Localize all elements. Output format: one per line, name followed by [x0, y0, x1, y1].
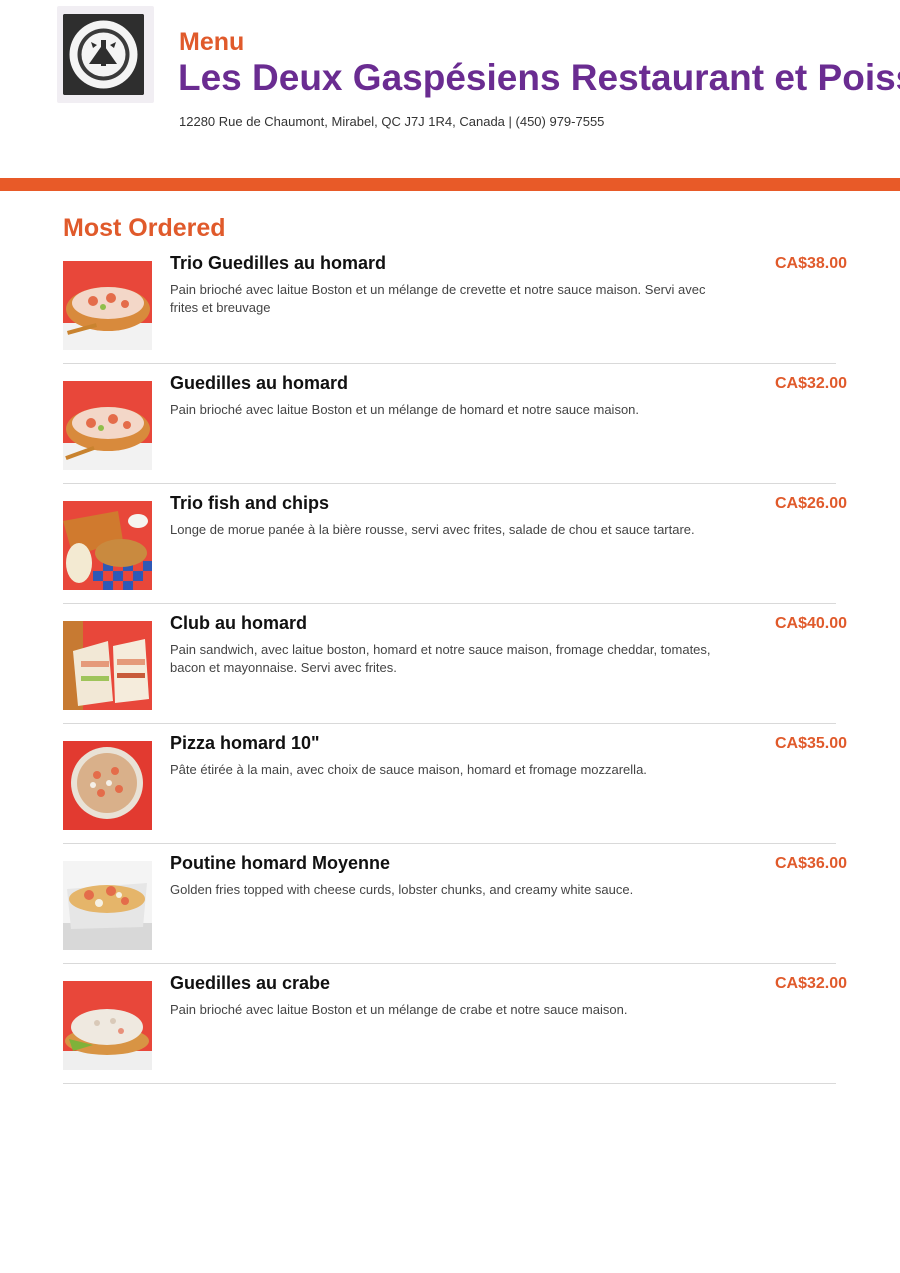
menu-item[interactable]: Trio Guedilles au homard Pain brioché av…	[63, 245, 847, 364]
menu-item-name: Poutine homard Moyenne	[170, 853, 391, 873]
menu-item-name: Guedilles au homard	[170, 373, 349, 393]
menu-item[interactable]: Pizza homard 10" Pâte étirée à la main, …	[63, 725, 847, 844]
menu-item-description: Golden fries topped with cheese curds, l…	[170, 882, 634, 897]
menu-item-description: Pain brioché avec laitue Boston et un mé…	[170, 1002, 628, 1017]
menu-item[interactable]: Guedilles au crabe Pain brioché avec lai…	[63, 965, 847, 1084]
menu-item-name: Club au homard	[170, 613, 308, 633]
menu-item-price: CA$40.00	[774, 615, 847, 632]
club-sandwich-photo	[63, 621, 152, 710]
menu-item-description: Pain brioché avec laitue Boston et un mé…	[170, 402, 640, 417]
fish-and-chips-photo	[63, 501, 152, 590]
menu-item-description: Pain sandwich, avec laitue boston, homar…	[170, 642, 711, 675]
lobster-roll-photo	[63, 261, 152, 350]
pizza-photo	[63, 741, 152, 830]
restaurant-logo-icon	[63, 14, 144, 95]
menu-item-name: Pizza homard 10"	[170, 733, 320, 753]
restaurant-logo	[57, 6, 154, 103]
section-title: Most Ordered	[63, 214, 226, 242]
menu-item-price: CA$35.00	[774, 735, 847, 752]
menu-item[interactable]: Club au homard Pain sandwich, avec laitu…	[63, 605, 847, 724]
menu-item-name: Trio Guedilles au homard	[170, 253, 387, 273]
restaurant-name: Les Deux Gaspésiens Restaurant et Poiss	[178, 57, 900, 98]
menu-item-price: CA$36.00	[774, 855, 847, 872]
menu-item-description: Pain brioché avec laitue Boston et un mé…	[170, 282, 706, 315]
menu-item-price: CA$26.00	[774, 495, 847, 512]
menu-item-price: CA$32.00	[774, 975, 847, 992]
menu-item[interactable]: Trio fish and chips Longe de morue panée…	[63, 485, 847, 604]
menu-item-name: Trio fish and chips	[170, 493, 330, 513]
menu-item-description: Pâte étirée à la main, avec choix de sau…	[170, 762, 647, 777]
menu-item-description: Longe de morue panée à la bière rousse, …	[170, 522, 695, 537]
menu-item[interactable]: Guedilles au homard Pain brioché avec la…	[63, 365, 847, 484]
header-divider-bar	[0, 178, 900, 191]
menu-header: Menu Les Deux Gaspésiens Restaurant et P…	[0, 0, 900, 178]
menu-item-price: CA$38.00	[774, 255, 847, 272]
lobster-roll-photo	[63, 381, 152, 470]
menu-item[interactable]: Poutine homard Moyenne Golden fries topp…	[63, 845, 847, 964]
crab-roll-photo	[63, 981, 152, 1070]
menu-label: Menu	[179, 28, 245, 56]
menu-item-list: Trio Guedilles au homard Pain brioché av…	[63, 245, 847, 1085]
restaurant-address: 12280 Rue de Chaumont, Mirabel, QC J7J 1…	[179, 114, 605, 129]
poutine-photo	[63, 861, 152, 950]
menu-item-price: CA$32.00	[774, 375, 847, 392]
menu-item-name: Guedilles au crabe	[170, 973, 331, 993]
